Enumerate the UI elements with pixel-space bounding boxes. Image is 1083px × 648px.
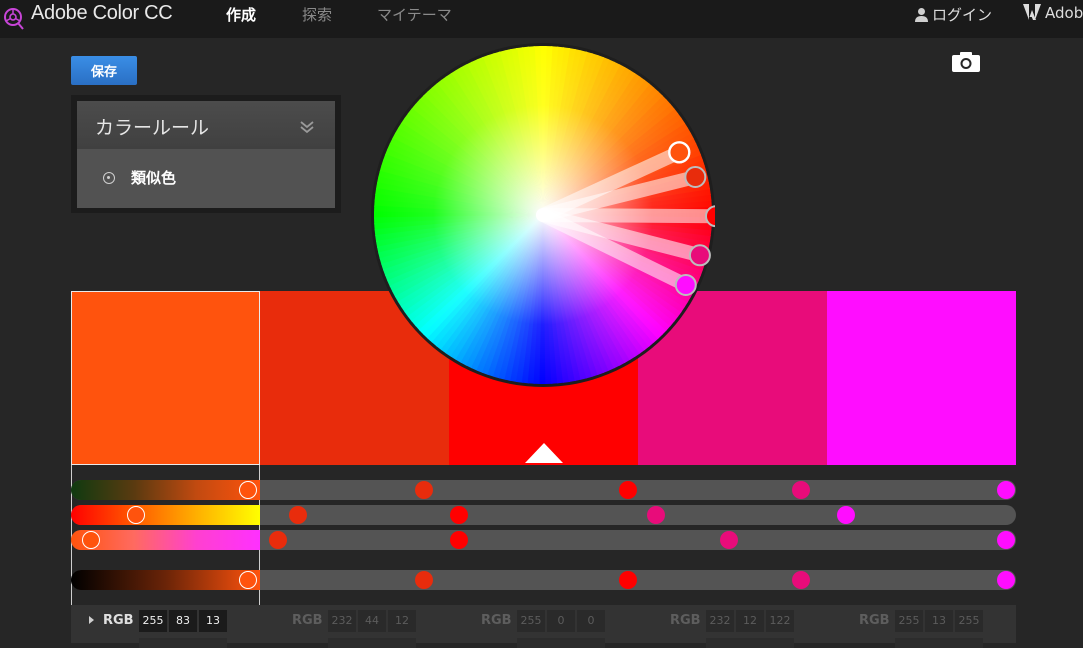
color-wheel[interactable] [371, 43, 715, 387]
rgb-green-field[interactable]: 13 [925, 610, 953, 632]
rgb-row: RGB 255 83 13 RGB 232 44 12 RGB 255 0 0 RGB 232 12 122 R… [71, 605, 1016, 648]
rgb-blue-field[interactable]: 255 [955, 610, 983, 632]
color-rule-panel: カラールール 類似色 [71, 95, 341, 213]
rgb-blue-field[interactable]: 13 [199, 610, 227, 632]
caret-right-icon[interactable] [89, 616, 94, 624]
active-slider-handle[interactable] [127, 506, 145, 524]
nav-explore[interactable]: 探索 [302, 4, 332, 25]
color-rule-title: カラールール [95, 117, 210, 139]
slider-handle[interactable] [792, 571, 810, 589]
color-rule-option[interactable]: 類似色 [77, 149, 335, 208]
wheel-handle-5[interactable] [674, 273, 697, 296]
save-button[interactable]: 保存 [71, 56, 137, 85]
slider-handle[interactable] [837, 506, 855, 524]
rgb-label: RGB [292, 613, 323, 628]
color-wheel-logo-icon[interactable] [2, 5, 26, 35]
radio-icon[interactable] [103, 172, 115, 184]
rgb-blue-field[interactable]: 122 [766, 610, 794, 632]
rgb-extra-field [895, 638, 983, 648]
wheel-handle-1[interactable] [668, 141, 691, 164]
wheel-handle-4[interactable] [688, 244, 711, 267]
slider-handle[interactable] [647, 506, 665, 524]
adobe-link[interactable]: Adobe [1023, 4, 1083, 22]
active-slider-handle[interactable] [239, 481, 257, 499]
rgb-red-field[interactable]: 255 [895, 610, 923, 632]
slider-handle[interactable] [997, 481, 1015, 499]
rgb-red-field[interactable]: 232 [328, 610, 356, 632]
camera-icon[interactable] [951, 51, 981, 77]
rgb-label: RGB [670, 613, 701, 628]
login-label: ログイン [932, 6, 993, 24]
rgb-green-field[interactable]: 83 [169, 610, 197, 632]
rgb-label: RGB [859, 613, 890, 628]
slider-handle[interactable] [619, 481, 637, 499]
slider-handle[interactable] [415, 571, 433, 589]
nav-create[interactable]: 作成 [226, 4, 256, 25]
app-title[interactable]: Adobe Color CC [31, 2, 173, 25]
active-slider-handle[interactable] [239, 571, 257, 589]
slider-handle[interactable] [997, 531, 1015, 549]
chevron-down-icon[interactable] [299, 119, 315, 138]
rgb-red-field[interactable]: 232 [706, 610, 734, 632]
active-slider-handle[interactable] [82, 531, 100, 549]
rgb-blue-field[interactable]: 0 [577, 610, 605, 632]
slider-handle[interactable] [415, 481, 433, 499]
rgb-green-field[interactable]: 0 [547, 610, 575, 632]
rgb-extra-field [328, 638, 416, 648]
slider-handle[interactable] [450, 506, 468, 524]
login-link[interactable]: ログイン [914, 4, 992, 25]
slider-gradient-2 [71, 505, 260, 525]
rgb-label: RGB [103, 613, 134, 628]
rgb-extra-field [139, 638, 227, 648]
adobe-label: Adobe [1045, 4, 1083, 22]
rgb-label: RGB [481, 613, 512, 628]
top-bar: Adobe Color CC 作成 探索 マイテーマ ログイン Adobe [0, 0, 1083, 38]
slider-handle[interactable] [289, 506, 307, 524]
slider-gradient-4 [71, 570, 260, 590]
user-icon [915, 8, 928, 22]
swatch-5[interactable] [827, 291, 1016, 465]
nav-my-themes[interactable]: マイテーマ [377, 4, 452, 25]
slider-handle[interactable] [269, 531, 287, 549]
rgb-extra-field [517, 638, 605, 648]
color-rule-option-label: 類似色 [131, 169, 177, 187]
slider-handle[interactable] [792, 481, 810, 499]
rgb-blue-field[interactable]: 12 [388, 610, 416, 632]
wheel-handle-2[interactable] [684, 166, 707, 189]
swatch-1[interactable] [71, 291, 260, 465]
rgb-extra-field [706, 638, 794, 648]
slider-handle[interactable] [450, 531, 468, 549]
rgb-red-field[interactable]: 255 [517, 610, 545, 632]
color-rule-header[interactable]: カラールール [77, 101, 335, 149]
base-color-pointer [525, 443, 563, 463]
rgb-green-field[interactable]: 12 [736, 610, 764, 632]
adobe-logo-icon [1023, 4, 1041, 20]
slider-handle[interactable] [997, 571, 1015, 589]
rgb-green-field[interactable]: 44 [358, 610, 386, 632]
slider-handle[interactable] [720, 531, 738, 549]
rgb-red-field[interactable]: 255 [139, 610, 167, 632]
slider-gradient-1 [71, 480, 260, 500]
slider-handle[interactable] [619, 571, 637, 589]
